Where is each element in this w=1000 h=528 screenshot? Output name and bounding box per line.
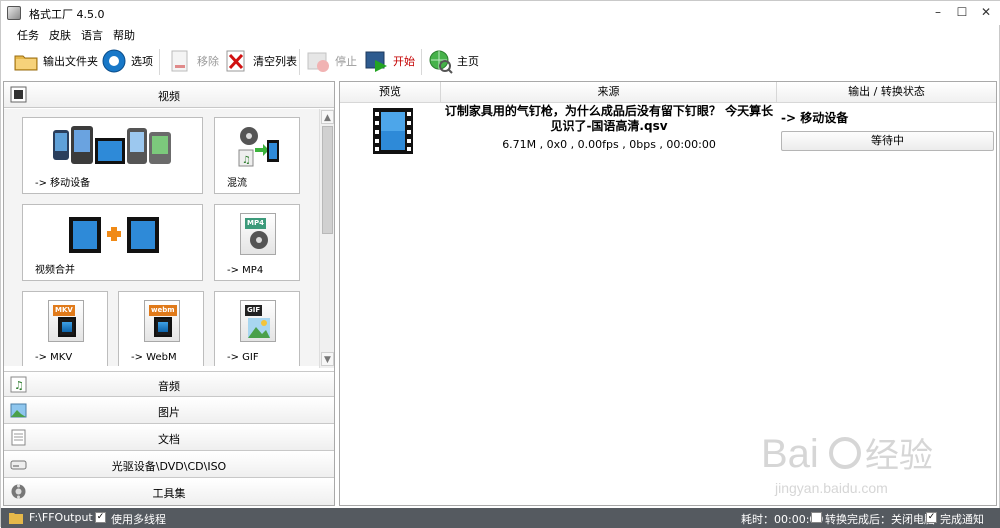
clear-list-button[interactable]: 清空列表	[223, 45, 297, 77]
function-panel: 视频 -> 移动设备 ♫ 混流 视频合并 MP4 -> MP4 MKV -> M…	[3, 81, 335, 506]
tile-mkv[interactable]: MKV -> MKV	[22, 291, 108, 366]
folder-icon	[13, 48, 39, 74]
menu-bar: 任务 皮肤 语言 帮助	[1, 25, 1000, 43]
remove-file-icon	[167, 48, 193, 74]
toolbar-separator	[299, 49, 300, 75]
svg-text:♫: ♫	[242, 155, 251, 166]
category-tools[interactable]: 工具集	[4, 479, 334, 505]
toolbar-separator	[159, 49, 160, 75]
mux-icon: ♫	[237, 126, 279, 170]
options-button[interactable]: 选项	[101, 45, 153, 77]
title-bar: 格式工厂 4.5.0 – ☐ ✕	[1, 1, 1000, 25]
video-tiles-area: -> 移动设备 ♫ 混流 视频合并 MP4 -> MP4 MKV -> MKV …	[4, 109, 319, 366]
remove-button[interactable]: 移除	[167, 45, 219, 77]
app-window: 格式工厂 4.5.0 – ☐ ✕ 任务 皮肤 语言 帮助 输出文件夹 选项 移除…	[0, 0, 1000, 528]
category-image[interactable]: 图片	[4, 398, 334, 424]
app-title: 格式工厂 4.5.0	[29, 8, 105, 21]
mp4-file-icon: MP4	[240, 213, 276, 255]
watermark-brand-cn: 经验	[865, 436, 933, 476]
output-folder-button[interactable]: 输出文件夹	[13, 45, 98, 77]
tile-mux[interactable]: ♫ 混流	[214, 117, 300, 194]
category-video[interactable]: 视频	[4, 82, 334, 108]
column-header-source[interactable]: 来源	[441, 82, 777, 103]
toolbar-separator	[421, 49, 422, 75]
scroll-up-icon[interactable]: ▲	[321, 110, 334, 124]
column-header-output-status[interactable]: 输出 / 转换状态	[777, 82, 996, 103]
tile-mobile-device[interactable]: -> 移动设备	[22, 117, 203, 194]
scroll-thumb[interactable]	[322, 126, 333, 234]
video-file-icon	[373, 108, 413, 154]
category-document[interactable]: 文档	[4, 425, 334, 451]
tile-video-join[interactable]: 视频合并	[22, 204, 203, 281]
start-button[interactable]: 开始	[363, 45, 415, 77]
close-button[interactable]: ✕	[977, 4, 995, 20]
app-logo-icon	[7, 6, 21, 20]
shutdown-after-label: 转换完成后：关闭电脑	[825, 513, 935, 526]
output-folder-icon[interactable]	[9, 511, 23, 524]
video-join-icon	[69, 215, 159, 255]
category-audio[interactable]: ♫ 音频	[4, 371, 334, 397]
menu-skin[interactable]: 皮肤	[49, 27, 71, 43]
column-header-preview[interactable]: 预览	[340, 82, 441, 103]
multithread-checkbox[interactable]: ✓	[95, 512, 106, 523]
status-bar: F:\FFOutput ✓ 使用多线程 耗时：00:00:00 转换完成后：关闭…	[1, 508, 1000, 528]
toolbar: 输出文件夹 选项 移除 清空列表 停止 开始 主页	[1, 45, 1000, 79]
category-optical[interactable]: 光驱设备\DVD\CD\ISO	[4, 452, 334, 478]
tile-gif[interactable]: GIF -> GIF	[214, 291, 300, 366]
clear-list-icon	[223, 48, 249, 74]
output-path[interactable]: F:\FFOutput	[29, 511, 93, 524]
maximize-button[interactable]: ☐	[953, 4, 971, 20]
webm-file-icon: webm	[144, 300, 180, 342]
completion-notify-checkbox[interactable]: ✓	[926, 512, 937, 523]
task-source-info: 6.71M , 0x0 , 0.00fps , 0bps , 00:00:00	[502, 138, 716, 151]
task-source-title: 订制家具用的气钉枪，为什么成品后没有留下钉眼？ 今天算长见识了-国语高清.qsv	[444, 104, 774, 133]
home-button[interactable]: 主页	[427, 45, 479, 77]
start-play-icon	[363, 48, 389, 74]
mkv-file-icon: MKV	[48, 300, 84, 342]
tiles-scrollbar[interactable]: ▲ ▼	[319, 109, 334, 368]
task-destination: -> 移动设备	[781, 111, 849, 125]
watermark-url: jingyan.baidu.com	[774, 480, 888, 496]
task-status-button[interactable]: 等待中	[781, 131, 994, 151]
tile-mp4[interactable]: MP4 -> MP4	[214, 204, 300, 281]
tile-webm[interactable]: webm -> WebM	[118, 291, 204, 366]
menu-help[interactable]: 帮助	[113, 27, 135, 43]
completion-notify-label: 完成通知	[940, 513, 984, 526]
gif-file-icon: GIF	[240, 300, 276, 342]
multithread-label: 使用多线程	[111, 513, 166, 526]
scroll-down-icon[interactable]: ▼	[321, 352, 334, 366]
stop-icon	[305, 48, 331, 74]
minimize-button[interactable]: –	[929, 4, 947, 20]
options-gear-icon	[101, 48, 127, 74]
menu-language[interactable]: 语言	[81, 27, 103, 43]
menu-task[interactable]: 任务	[17, 27, 39, 43]
mobile-devices-icon	[53, 124, 173, 168]
stop-button[interactable]: 停止	[305, 45, 357, 77]
shutdown-after-checkbox[interactable]	[811, 512, 822, 523]
home-globe-icon	[427, 48, 453, 74]
watermark-brand: Bai	[761, 432, 819, 476]
baidu-watermark-logo: Bai 经验 jingyan.baidu.com	[761, 429, 991, 499]
